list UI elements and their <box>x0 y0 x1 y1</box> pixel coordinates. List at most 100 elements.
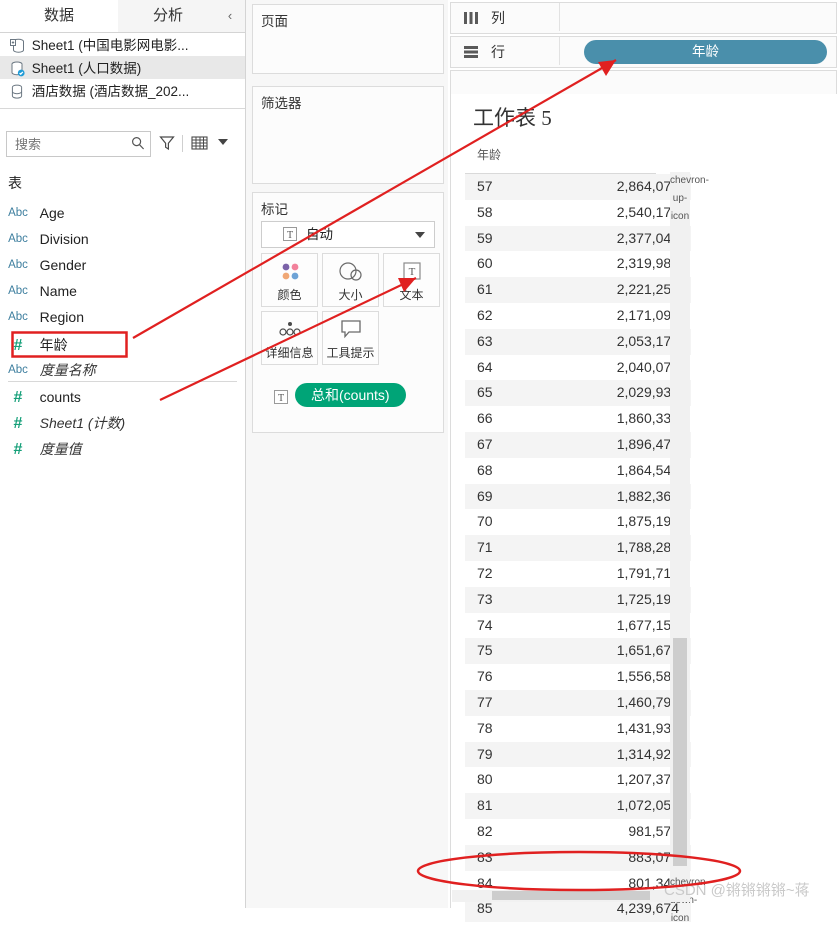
table-cell-age: 79 <box>477 745 493 762</box>
table-row[interactable]: 77 1,460,793 <box>465 689 691 716</box>
marks-color-button[interactable]: 颜色 <box>261 253 318 307</box>
pane-tab-bar: 数据 分析 ‹ <box>0 0 245 33</box>
table-row[interactable]: 74 1,677,154 <box>465 613 691 639</box>
table-row[interactable]: 68 1,864,540 <box>465 458 691 484</box>
database-active-icon <box>6 57 28 79</box>
chevron-down-icon[interactable] <box>218 139 228 145</box>
table-cell-age: 60 <box>477 255 493 272</box>
field-label: Gender <box>39 257 87 274</box>
table-row[interactable]: 72 1,791,714 <box>465 561 691 587</box>
table-row[interactable]: 64 2,040,077 <box>465 355 691 381</box>
table-row[interactable]: 61 2,221,255 <box>465 277 691 303</box>
table-row[interactable]: 62 2,171,092 <box>465 303 691 329</box>
marks-measure-pill[interactable]: 总和(counts) <box>295 383 406 407</box>
field-label: Name <box>39 283 77 300</box>
field-division[interactable]: Abc Division <box>0 226 245 251</box>
color-dots-icon <box>262 260 317 287</box>
pages-card[interactable]: 页面 <box>252 4 444 74</box>
svg-text:T: T <box>287 230 293 241</box>
table-row[interactable]: 57 2,864,071 <box>465 174 691 200</box>
marks-tooltip-button[interactable]: 工具提示 <box>322 311 379 365</box>
grid-view-icon[interactable] <box>191 136 209 154</box>
field-measure-values[interactable]: # 度量值 <box>0 436 245 461</box>
field-age[interactable]: Abc Age <box>0 200 245 225</box>
text-mark-icon: T <box>273 389 289 408</box>
field-label: 度量名称 <box>39 362 96 379</box>
table-row[interactable]: 59 2,377,042 <box>465 225 691 252</box>
columns-shelf-label: 列 <box>491 10 505 26</box>
filters-card-title: 筛选器 <box>261 96 302 111</box>
table-cell-age: 71 <box>477 539 493 556</box>
field-sheet1-count[interactable]: # Sheet1 (计数) <box>0 410 245 435</box>
datasource-item-movies[interactable]: Sheet1 (中国电影网电影... <box>0 33 245 56</box>
table-row[interactable]: 82 981,578 <box>465 819 691 845</box>
mark-type-dropdown[interactable]: T 自动 <box>261 221 435 248</box>
data-pane: 数据 分析 ‹ Sheet1 (中国电影网电影... Sheet1 (人口数据)… <box>0 0 246 908</box>
table-row[interactable]: 80 1,207,377 <box>465 767 691 793</box>
field-type-icon: Abc <box>8 285 28 298</box>
scroll-up-icon[interactable]: chevron-up-icon <box>670 172 709 222</box>
field-measure-names[interactable]: Abc 度量名称 <box>0 357 245 382</box>
table-row[interactable]: 81 1,072,050 <box>465 793 691 819</box>
table-row[interactable]: 65 2,029,935 <box>465 380 691 407</box>
field-nianling[interactable]: # 年龄 <box>0 332 245 357</box>
marks-text-button[interactable]: T 文本 <box>383 253 440 307</box>
table-cell-age: 73 <box>477 590 493 607</box>
marks-detail-button[interactable]: 详细信息 <box>261 311 318 365</box>
datasource-list: Sheet1 (中国电影网电影... Sheet1 (人口数据) 酒店数据 (酒… <box>0 33 245 102</box>
filter-icon[interactable] <box>158 134 176 155</box>
cards-column: 页面 筛选器 标记 T 自动 颜色 大小 T 文本 详细信息 工具提示 T 总和… <box>246 0 448 908</box>
table-row[interactable]: 58 2,540,176 <box>465 200 691 226</box>
vertical-scroll-thumb[interactable] <box>673 638 687 866</box>
table-row[interactable]: 76 1,556,581 <box>465 664 691 690</box>
search-box[interactable] <box>6 131 151 158</box>
table-cell-age: 77 <box>477 693 493 710</box>
table-row[interactable]: 83 883,075 <box>465 844 691 871</box>
field-region[interactable]: Abc Region <box>0 304 245 329</box>
field-label: Age <box>39 205 65 222</box>
datasource-item-hotel[interactable]: 酒店数据 (酒店数据_202... <box>0 79 245 102</box>
rows-shelf-pill[interactable]: 年龄 <box>584 40 827 64</box>
chevron-down-icon[interactable] <box>415 232 425 238</box>
table-cell-age: 75 <box>477 642 493 659</box>
table-row[interactable]: 78 1,431,934 <box>465 716 691 742</box>
datasource-item-population[interactable]: Sheet1 (人口数据) <box>0 56 245 79</box>
database-icon <box>6 80 28 102</box>
table-row[interactable]: 79 1,314,925 <box>465 741 691 768</box>
rows-shelf-label: 行 <box>491 44 505 60</box>
marks-card-title: 标记 <box>261 202 288 217</box>
search-row <box>0 131 245 159</box>
table-row[interactable]: 71 1,788,282 <box>465 535 691 561</box>
table-cell-age: 83 <box>477 848 493 865</box>
marks-tooltip-label: 工具提示 <box>326 346 375 360</box>
filters-card[interactable]: 筛选器 <box>252 86 444 184</box>
table-cell-age: 82 <box>477 822 493 839</box>
table-row[interactable]: 73 1,725,193 <box>465 586 691 613</box>
tab-data[interactable]: 数据 <box>0 0 119 32</box>
table-cell-age: 64 <box>477 358 493 375</box>
horizontal-scroll-thumb[interactable] <box>492 891 650 900</box>
tables-heading: 表 <box>8 175 22 191</box>
table-row[interactable]: 66 1,860,335 <box>465 406 691 432</box>
marks-detail-label: 详细信息 <box>265 346 314 360</box>
table-row[interactable]: 67 1,896,472 <box>465 431 691 458</box>
pages-card-title: 页面 <box>261 14 288 29</box>
vertical-scrollbar[interactable]: chevron-up-icon chevron-down-icon <box>670 172 709 924</box>
table-row[interactable]: 69 1,882,369 <box>465 483 691 510</box>
table-row[interactable]: 63 2,053,173 <box>465 328 691 355</box>
field-counts[interactable]: # counts <box>0 384 245 409</box>
table-row[interactable]: 60 2,319,980 <box>465 251 691 277</box>
tab-analysis[interactable]: 分析 <box>118 0 218 32</box>
rows-shelf[interactable]: 行 年龄 <box>450 36 837 68</box>
columns-shelf[interactable]: 列 <box>450 2 837 34</box>
horizontal-scrollbar[interactable] <box>452 890 690 902</box>
marks-size-button[interactable]: 大小 <box>322 253 379 307</box>
field-type-icon: Abc <box>8 311 28 324</box>
collapse-pane-icon[interactable]: ‹ <box>221 0 239 32</box>
search-input[interactable] <box>13 132 127 158</box>
field-gender[interactable]: Abc Gender <box>0 252 245 277</box>
field-name[interactable]: Abc Name <box>0 278 245 303</box>
table-cell-age: 57 <box>477 178 493 194</box>
table-row[interactable]: 75 1,651,677 <box>465 638 691 665</box>
table-row[interactable]: 70 1,875,190 <box>465 509 691 535</box>
